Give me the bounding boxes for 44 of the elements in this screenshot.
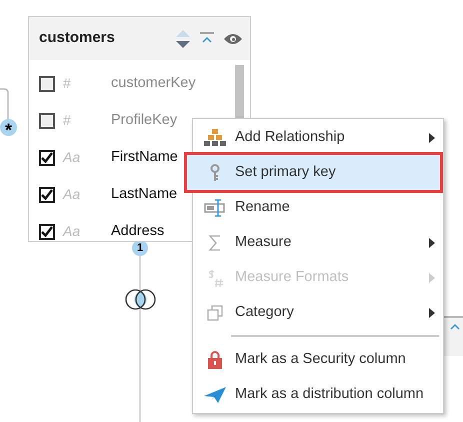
collapse-icon[interactable] [200, 32, 214, 46]
join-icon [125, 288, 156, 311]
menu-item[interactable]: Set primary key [187, 155, 440, 190]
field-checkbox[interactable] [39, 186, 55, 202]
field-checkbox[interactable] [39, 76, 55, 92]
cardinality-badge: * [0, 119, 17, 136]
submenu-arrow-icon [429, 132, 435, 142]
field-type: Aa [63, 222, 82, 241]
field-type: Aa [63, 148, 82, 167]
field-checkbox[interactable] [39, 224, 55, 240]
menu-item[interactable]: Add Relationship [193, 120, 443, 155]
menu-item[interactable]: Mark as a Security column [193, 342, 443, 377]
relationship-line [0, 88, 12, 120]
table-title: customers [39, 28, 115, 48]
check-icon [41, 189, 53, 200]
menu-item[interactable]: Category [193, 295, 443, 330]
lock-icon [208, 350, 222, 368]
menu-item[interactable]: Measure [193, 225, 443, 260]
field-name: FirstName [111, 148, 178, 167]
eye-icon[interactable] [224, 32, 242, 44]
sigma-icon [208, 234, 222, 252]
submenu-arrow-icon [429, 272, 435, 282]
field-name: ProfileKey [111, 110, 178, 130]
check-icon [41, 152, 53, 163]
rename-icon [204, 198, 226, 216]
field-type: # [63, 111, 72, 130]
collapse-icon [450, 322, 460, 330]
field-name: customerKey [111, 74, 196, 93]
copy-icon [206, 304, 222, 320]
field-checkbox[interactable] [39, 150, 55, 166]
field-name: Address [111, 222, 164, 241]
field-checkbox[interactable] [39, 112, 55, 128]
field-type: Aa [63, 185, 82, 204]
menu-item[interactable]: Mark as a distribution column [193, 377, 443, 412]
field-name: LastName [111, 184, 178, 204]
menu-item[interactable]: Rename [193, 190, 443, 225]
submenu-arrow-icon [429, 238, 435, 248]
submenu-arrow-icon [429, 308, 435, 318]
paper-plane-icon [204, 386, 226, 402]
sort-icon[interactable] [176, 28, 190, 48]
hierarchy-icon [204, 128, 226, 146]
field-type: # [63, 74, 72, 93]
key-icon [208, 164, 220, 182]
check-icon [41, 226, 53, 237]
